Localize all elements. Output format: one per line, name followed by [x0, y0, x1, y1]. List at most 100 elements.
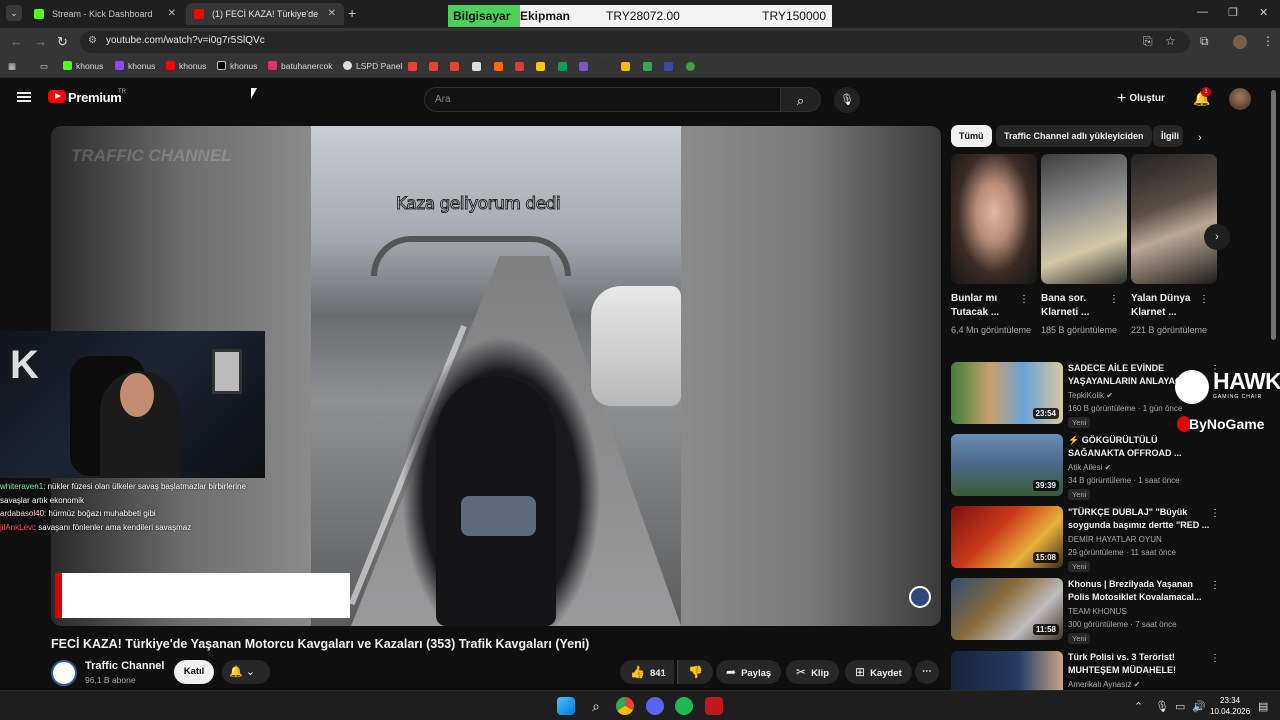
video-thumbnail[interactable]: [951, 651, 1063, 690]
bookmark-item[interactable]: khonus: [115, 61, 155, 71]
short-title[interactable]: Bana sor. Klarneti ...: [1041, 292, 1111, 320]
doc-icon[interactable]: [472, 62, 481, 71]
short-item[interactable]: Bana sor. Klarneti ... 185 B görüntüleme…: [1041, 154, 1127, 337]
chip-from-uploader[interactable]: Traffic Channel adlı yükleyiciden: [996, 125, 1152, 147]
create-button[interactable]: + Oluştur: [1117, 90, 1165, 108]
menu-icon[interactable]: ⋮: [1262, 34, 1274, 48]
profile-avatar[interactable]: [1233, 35, 1247, 49]
app-icon[interactable]: [705, 697, 723, 715]
back-icon[interactable]: ←: [10, 34, 23, 49]
bookmark-star-icon[interactable]: ☆: [1165, 34, 1176, 48]
search-button[interactable]: ⌕: [781, 87, 821, 112]
share-button[interactable]: ➦ Paylaş: [716, 660, 782, 684]
short-title[interactable]: Bunlar mı Tutacak ...: [951, 292, 1021, 320]
close-icon[interactable]: ✕: [328, 3, 336, 25]
tab-youtube-video[interactable]: (1) FECİ KAZA! Türkiye'de Yaşan ✕: [186, 3, 344, 41]
chevron-up-icon[interactable]: ⌃: [1134, 700, 1143, 713]
close-icon[interactable]: ✕: [168, 3, 176, 25]
discord-icon[interactable]: [646, 697, 664, 715]
video-title[interactable]: Khonus | Brezilyada Yaşanan Polis Motosi…: [1068, 578, 1210, 604]
tab-kick-dashboard[interactable]: Stream - Kick Dashboard ✕: [26, 3, 184, 25]
more-icon[interactable]: ⋮: [1109, 294, 1119, 305]
more-actions-button[interactable]: ⋯: [915, 660, 939, 684]
recommendation-item[interactable]: 39:39 ⚡ GÖKGÜRÜLTÜLÜ SAĞANAKTA OFFROAD .…: [951, 434, 1251, 500]
youtube-logo-icon[interactable]: [48, 90, 66, 103]
gmail-icon[interactable]: [429, 62, 438, 71]
tab-search-button[interactable]: ⌄: [6, 5, 22, 21]
video-title[interactable]: Türk Polisi vs. 3 Terörist! MUHTEŞEM MÜD…: [1068, 651, 1210, 677]
extensions-icon[interactable]: ⧉: [1200, 34, 1209, 49]
minimize-button[interactable]: —: [1197, 6, 1208, 18]
recommendation-item[interactable]: Türk Polisi vs. 3 Terörist! MUHTEŞEM MÜD…: [951, 651, 1251, 690]
network-icon[interactable]: ▭: [1175, 700, 1185, 713]
drive-icon[interactable]: [643, 62, 652, 71]
windows-start-icon[interactable]: [557, 697, 575, 715]
channel-avatar[interactable]: [51, 660, 77, 686]
gmail-icon[interactable]: [450, 62, 459, 71]
dislike-button[interactable]: 👎: [677, 660, 713, 684]
mic-icon[interactable]: 🎙: [1155, 700, 1169, 713]
site-info-icon[interactable]: ⚙: [88, 35, 97, 46]
app-icon[interactable]: [515, 62, 524, 71]
folder-icon[interactable]: ▭: [40, 61, 48, 72]
voice-search-button[interactable]: 🎙: [834, 87, 860, 113]
search-icon[interactable]: ⌕: [587, 697, 605, 715]
channel-name[interactable]: Traffic Channel: [85, 660, 164, 672]
reload-icon[interactable]: ↻: [57, 34, 68, 50]
close-window-button[interactable]: ✕: [1259, 6, 1268, 19]
app-icon[interactable]: [600, 62, 609, 71]
spotify-icon[interactable]: [675, 697, 693, 715]
new-tab-button[interactable]: +: [348, 5, 356, 21]
save-button[interactable]: ⊞ Kaydet: [845, 660, 912, 684]
notifications-button[interactable]: 🔔 1: [1193, 87, 1211, 107]
clip-button[interactable]: ✂ Klip: [786, 660, 840, 684]
volume-icon[interactable]: 🔊: [1192, 700, 1206, 713]
address-bar[interactable]: ⚙ youtube.com/watch?v=i0g7r5SlQVc ⎘ ☆: [80, 31, 1190, 53]
chrome-icon[interactable]: [616, 697, 634, 715]
drive-icon[interactable]: [621, 62, 630, 71]
channel-name[interactable]: Atik Ailesi ✔: [1068, 463, 1111, 472]
notification-center-icon[interactable]: ▤: [1258, 700, 1268, 713]
more-icon[interactable]: ⋮: [1210, 653, 1220, 664]
chevron-right-icon[interactable]: ›: [1198, 132, 1202, 144]
bookmark-item[interactable]: khonus: [166, 61, 206, 71]
more-icon[interactable]: ⋮: [1019, 294, 1029, 305]
recommendation-item[interactable]: 15:08 "TÜRKÇE DUBLAJ" "Büyük soygunda ba…: [951, 506, 1251, 572]
menu-icon[interactable]: [17, 92, 31, 102]
video-title[interactable]: "TÜRKÇE DUBLAJ" "Büyük soygunda başımız …: [1068, 506, 1210, 532]
gmail-icon[interactable]: [408, 62, 417, 71]
bookmark-item[interactable]: batuhanercok: [268, 61, 333, 71]
join-button[interactable]: Katıl: [174, 660, 214, 684]
short-item[interactable]: Bunlar mı Tutacak ... 6,4 Mn görüntüleme…: [951, 154, 1037, 337]
chip-related[interactable]: İlgili: [1153, 125, 1183, 147]
system-clock[interactable]: 23:34 10.04.2026: [1210, 695, 1250, 717]
bookmark-item[interactable]: khonus: [63, 61, 103, 71]
short-thumbnail[interactable]: [1041, 154, 1127, 284]
recommendation-item[interactable]: 11:58 Khonus | Brezilyada Yaşanan Polis …: [951, 578, 1251, 644]
avatar[interactable]: [1229, 88, 1251, 110]
youtube-logo-text[interactable]: Premium: [68, 90, 122, 105]
short-item[interactable]: Yalan Dünya Klarnet ... 221 B görüntülem…: [1131, 154, 1217, 337]
more-icon[interactable]: ⋮: [1199, 294, 1209, 305]
forward-icon[interactable]: →: [34, 34, 47, 49]
cast-icon[interactable]: ⎘: [1143, 34, 1153, 49]
short-title[interactable]: Yalan Dünya Klarnet ...: [1131, 292, 1201, 320]
short-thumbnail[interactable]: [951, 154, 1037, 284]
like-button[interactable]: 👍 841: [620, 660, 674, 684]
app-icon[interactable]: [536, 62, 545, 71]
bookmark-item[interactable]: LSPD Panel: [343, 61, 402, 71]
apps-icon[interactable]: ▦: [8, 61, 16, 72]
app-icon[interactable]: [686, 62, 695, 71]
scrollbar[interactable]: [1271, 90, 1276, 340]
bookmark-item[interactable]: khonus: [217, 61, 257, 71]
search-input[interactable]: Ara: [424, 87, 781, 112]
chevron-right-icon[interactable]: ›: [1204, 224, 1230, 250]
more-icon[interactable]: ⋮: [1210, 508, 1220, 519]
subscription-bell-button[interactable]: 🔔 ⌄: [222, 660, 270, 684]
channel-name[interactable]: Amerikalı Aynasız ✔: [1068, 680, 1140, 689]
restore-button[interactable]: ❐: [1228, 6, 1238, 19]
app-icon[interactable]: [494, 62, 503, 71]
chip-all[interactable]: Tümü: [951, 125, 992, 147]
channel-name[interactable]: TEAM KHONUS: [1068, 607, 1127, 616]
forms-icon[interactable]: [579, 62, 588, 71]
